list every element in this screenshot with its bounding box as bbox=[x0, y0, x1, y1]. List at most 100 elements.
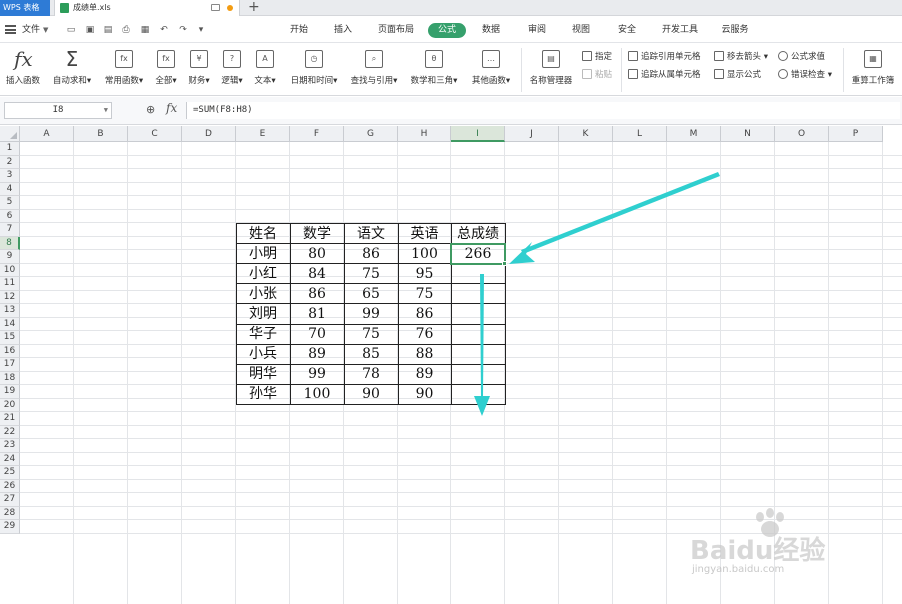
table-cell[interactable]: 孙华 bbox=[236, 384, 290, 404]
name-manager-button[interactable]: ▤ 名称管理器 bbox=[526, 44, 576, 96]
table-cell[interactable]: 100 bbox=[290, 384, 344, 404]
tab-formulas[interactable]: 公式 bbox=[428, 23, 466, 38]
table-cell[interactable]: 85 bbox=[344, 344, 398, 364]
row-header-12[interactable]: 12 bbox=[0, 290, 20, 304]
insert-function-fx-icon[interactable]: fx bbox=[166, 101, 177, 115]
column-header-k[interactable]: K bbox=[559, 126, 613, 142]
column-header-a[interactable]: A bbox=[20, 126, 74, 142]
table-header-cell[interactable]: 数学 bbox=[290, 224, 344, 244]
zoom-search-icon[interactable]: ⊕ bbox=[146, 103, 155, 116]
row-header-9[interactable]: 9 bbox=[0, 250, 20, 264]
name-box[interactable]: I8 ▼ bbox=[4, 102, 112, 119]
table-cell[interactable]: 95 bbox=[398, 264, 451, 284]
row-header-20[interactable]: 20 bbox=[0, 398, 20, 412]
column-header-c[interactable]: C bbox=[128, 126, 182, 142]
column-header-m[interactable]: M bbox=[667, 126, 721, 142]
evaluate-formula-button[interactable]: 公式求值 bbox=[778, 50, 825, 64]
table-cell[interactable] bbox=[451, 364, 505, 384]
print-icon[interactable]: ⎙ bbox=[121, 25, 131, 35]
table-cell[interactable]: 89 bbox=[290, 344, 344, 364]
table-cell[interactable]: 100 bbox=[398, 244, 451, 264]
row-header-18[interactable]: 18 bbox=[0, 371, 20, 385]
row-header-8[interactable]: 8 bbox=[0, 236, 20, 250]
table-cell[interactable]: 88 bbox=[398, 344, 451, 364]
table-cell[interactable] bbox=[451, 264, 505, 284]
all-functions-button[interactable]: fx 全部▾ bbox=[152, 44, 180, 96]
row-header-3[interactable]: 3 bbox=[0, 169, 20, 183]
tab-developer[interactable]: 开发工具 bbox=[658, 17, 702, 43]
undo-icon[interactable]: ↶ bbox=[159, 25, 169, 35]
format-painter-icon[interactable]: ▦ bbox=[140, 25, 150, 35]
print-preview-icon[interactable]: ▤ bbox=[103, 25, 113, 35]
trace-precedents-button[interactable]: 追踪引用单元格 bbox=[628, 50, 701, 64]
table-cell[interactable]: 小张 bbox=[236, 284, 290, 304]
tab-view[interactable]: 视图 bbox=[568, 17, 594, 43]
table-cell[interactable]: 75 bbox=[398, 284, 451, 304]
row-header-6[interactable]: 6 bbox=[0, 209, 20, 223]
table-cell[interactable]: 89 bbox=[398, 364, 451, 384]
row-header-15[interactable]: 15 bbox=[0, 331, 20, 345]
common-functions-button[interactable]: fx 常用函数▾ bbox=[100, 44, 148, 96]
table-cell[interactable]: 明华 bbox=[236, 364, 290, 384]
hamburger-menu-icon[interactable] bbox=[5, 25, 16, 34]
table-cell[interactable]: 小兵 bbox=[236, 344, 290, 364]
tab-page-layout[interactable]: 页面布局 bbox=[374, 17, 418, 43]
table-header-cell[interactable]: 英语 bbox=[398, 224, 451, 244]
row-header-22[interactable]: 22 bbox=[0, 425, 20, 439]
text-functions-button[interactable]: A 文本▾ bbox=[250, 44, 280, 96]
file-tab[interactable]: 成绩单.xls bbox=[54, 0, 240, 16]
new-tab-button[interactable]: + bbox=[248, 0, 260, 15]
table-cell[interactable]: 刘明 bbox=[236, 304, 290, 324]
tab-home[interactable]: 开始 bbox=[286, 17, 312, 43]
row-header-26[interactable]: 26 bbox=[0, 479, 20, 493]
row-header-10[interactable]: 10 bbox=[0, 263, 20, 277]
table-cell[interactable]: 70 bbox=[290, 324, 344, 344]
remove-arrows-button[interactable]: 移去箭头 ▾ bbox=[714, 50, 768, 64]
table-cell[interactable]: 75 bbox=[344, 264, 398, 284]
row-header-21[interactable]: 21 bbox=[0, 412, 20, 426]
row-header-28[interactable]: 28 bbox=[0, 506, 20, 520]
table-cell[interactable]: 90 bbox=[398, 384, 451, 404]
row-header-23[interactable]: 23 bbox=[0, 439, 20, 453]
column-header-g[interactable]: G bbox=[344, 126, 398, 142]
row-header-1[interactable]: 1 bbox=[0, 142, 20, 156]
column-header-o[interactable]: O bbox=[775, 126, 829, 142]
row-header-16[interactable]: 16 bbox=[0, 344, 20, 358]
customize-qat-icon[interactable]: ▾ bbox=[196, 25, 206, 35]
row-header-7[interactable]: 7 bbox=[0, 223, 20, 237]
column-header-b[interactable]: B bbox=[74, 126, 128, 142]
table-cell[interactable]: 99 bbox=[290, 364, 344, 384]
formula-input[interactable]: =SUM(F8:H8) bbox=[186, 102, 900, 119]
row-header-11[interactable]: 11 bbox=[0, 277, 20, 291]
math-trig-button[interactable]: θ 数学和三角▾ bbox=[406, 44, 462, 96]
row-header-5[interactable]: 5 bbox=[0, 196, 20, 210]
table-cell[interactable]: 84 bbox=[290, 264, 344, 284]
app-tab[interactable]: WPS 表格 bbox=[0, 0, 50, 16]
column-header-j[interactable]: J bbox=[505, 126, 559, 142]
table-cell[interactable]: 86 bbox=[398, 304, 451, 324]
column-header-i[interactable]: I bbox=[451, 126, 505, 142]
table-cell[interactable]: 90 bbox=[344, 384, 398, 404]
tab-review[interactable]: 审阅 bbox=[524, 17, 550, 43]
table-cell[interactable]: 76 bbox=[398, 324, 451, 344]
table-cell[interactable]: 99 bbox=[344, 304, 398, 324]
trace-dependents-button[interactable]: 追踪从属单元格 bbox=[628, 68, 701, 82]
tab-data[interactable]: 数据 bbox=[478, 17, 504, 43]
fill-handle[interactable] bbox=[502, 260, 507, 266]
table-cell[interactable]: 81 bbox=[290, 304, 344, 324]
table-cell[interactable]: 75 bbox=[344, 324, 398, 344]
column-header-f[interactable]: F bbox=[290, 126, 344, 142]
row-header-14[interactable]: 14 bbox=[0, 317, 20, 331]
date-time-button[interactable]: ◷ 日期和时间▾ bbox=[286, 44, 342, 96]
column-header-e[interactable]: E bbox=[236, 126, 290, 142]
table-cell[interactable] bbox=[451, 324, 505, 344]
column-header-l[interactable]: L bbox=[613, 126, 667, 142]
table-cell[interactable] bbox=[451, 384, 505, 404]
table-header-cell[interactable]: 姓名 bbox=[236, 224, 290, 244]
row-header-2[interactable]: 2 bbox=[0, 155, 20, 169]
column-header-h[interactable]: H bbox=[398, 126, 451, 142]
table-cell[interactable] bbox=[451, 344, 505, 364]
row-header-24[interactable]: 24 bbox=[0, 452, 20, 466]
column-header-p[interactable]: P bbox=[829, 126, 883, 142]
table-cell[interactable]: 80 bbox=[290, 244, 344, 264]
